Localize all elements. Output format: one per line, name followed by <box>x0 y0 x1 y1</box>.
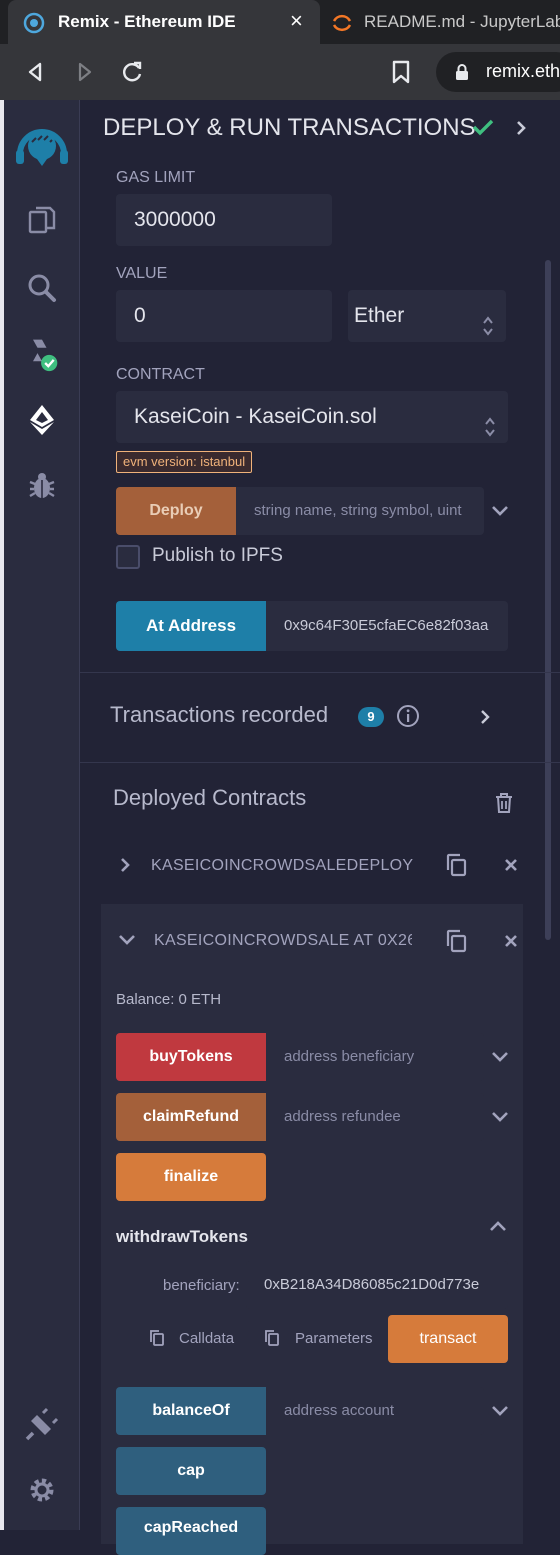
jupyter-favicon-icon <box>330 11 354 40</box>
search-icon[interactable] <box>24 270 60 306</box>
chevron-right-icon[interactable] <box>514 120 528 141</box>
beneficiary-input[interactable]: 0xB218A34D86085c21D0d773e <box>246 1261 508 1309</box>
copy-parameters-icon[interactable] <box>264 1329 280 1352</box>
chevron-down-icon[interactable] <box>490 1107 510 1127</box>
instance-name[interactable]: KASEICOINCROWDSALEDEPLOYER AT 0X <box>151 857 413 875</box>
value-input[interactable]: 0 <box>116 290 332 342</box>
parameters-label[interactable]: Parameters <box>295 1330 373 1347</box>
calldata-label[interactable]: Calldata <box>179 1330 234 1347</box>
close-icon[interactable] <box>504 858 518 877</box>
contract-label: CONTRACT <box>116 366 205 383</box>
remix-favicon-icon <box>22 11 46 40</box>
at-address-input[interactable]: 0x9c64F30E5cfaEC6e82f03aa <box>266 601 508 651</box>
tab-title: Remix - Ethereum IDE <box>58 12 236 31</box>
chevron-down-icon[interactable] <box>490 1401 510 1421</box>
tab-jupyter[interactable]: README.md - JupyterLab <box>322 0 560 44</box>
withdrawtokens-label: withdrawTokens <box>116 1227 248 1246</box>
reload-icon[interactable] <box>118 58 146 86</box>
separator <box>80 762 560 763</box>
gas-limit-input[interactable]: 3000000 <box>116 194 332 246</box>
beneficiary-param-label: beneficiary: <box>163 1277 240 1294</box>
remix-logo-icon[interactable] <box>10 116 74 180</box>
plugin-manager-icon[interactable] <box>24 1406 60 1442</box>
trash-icon[interactable] <box>494 792 514 819</box>
tab-remix[interactable]: Remix - Ethereum IDE × <box>8 0 320 44</box>
claimrefund-button[interactable]: claimRefund <box>116 1093 266 1141</box>
chevron-up-icon[interactable] <box>488 1218 508 1239</box>
copy-icon[interactable] <box>444 852 468 883</box>
buytokens-input[interactable]: address beneficiary <box>266 1033 484 1081</box>
chevron-down-icon[interactable] <box>490 501 510 521</box>
deploy-run-panel: DEPLOY & RUN TRANSACTIONS GAS LIMIT 3000… <box>80 100 560 1555</box>
address-bar[interactable]: remix.eth <box>436 52 560 92</box>
checkmark-icon <box>472 118 494 141</box>
claimrefund-input[interactable]: address refundee <box>266 1093 484 1141</box>
url-text: remix.eth <box>486 61 560 81</box>
scrollbar[interactable] <box>545 260 551 940</box>
deploy-run-icon[interactable] <box>24 402 60 438</box>
transactions-count-badge: 9 <box>358 707 384 727</box>
chevron-right-icon[interactable] <box>118 857 132 878</box>
buytokens-button[interactable]: buyTokens <box>116 1033 266 1081</box>
publish-ipfs-checkbox[interactable] <box>116 545 140 569</box>
separator <box>80 672 560 673</box>
remix-icon-panel <box>4 100 80 1530</box>
balance-text: Balance: 0 ETH <box>116 991 222 1008</box>
settings-icon[interactable] <box>24 1472 60 1508</box>
contract-select-text: KaseiCoin - KaseiCoin.sol <box>134 405 377 428</box>
transactions-recorded-label[interactable]: Transactions recorded <box>110 702 328 728</box>
deploy-button[interactable]: Deploy <box>116 487 236 535</box>
instance-card: KASEICOINCROWDSALE AT 0X26B Balance: 0 E… <box>101 904 523 1555</box>
close-icon[interactable] <box>504 934 518 953</box>
tab-close-icon[interactable]: × <box>290 8 303 34</box>
forward-arrow-icon[interactable] <box>70 58 98 86</box>
copy-icon[interactable] <box>444 928 468 959</box>
bookmark-icon[interactable] <box>388 58 414 91</box>
solidity-compiler-icon[interactable] <box>24 336 60 372</box>
tab-title-inactive: README.md - JupyterLab <box>364 12 560 31</box>
cap-button[interactable]: cap <box>116 1447 266 1495</box>
evm-version-badge: evm version: istanbul <box>116 451 253 473</box>
copy-calldata-icon[interactable] <box>149 1329 165 1352</box>
deployed-contracts-label: Deployed Contracts <box>113 785 307 810</box>
info-icon[interactable] <box>396 704 420 733</box>
value-unit-text: Ether <box>354 304 405 327</box>
chevron-down-icon[interactable] <box>490 1047 510 1067</box>
debugger-icon[interactable] <box>24 468 60 504</box>
capreached-button[interactable]: capReached <box>116 1507 266 1555</box>
at-address-button[interactable]: At Address <box>116 601 266 651</box>
browser-toolbar: remix.eth <box>0 44 560 100</box>
back-arrow-icon[interactable] <box>22 58 50 86</box>
value-label: VALUE <box>116 265 168 282</box>
balanceof-button[interactable]: balanceOf <box>116 1387 266 1435</box>
browser-tabstrip: Remix - Ethereum IDE × README.md - Jupyt… <box>0 0 560 44</box>
select-arrows-icon <box>482 305 494 342</box>
gas-limit-label: GAS LIMIT <box>116 169 196 186</box>
contract-select[interactable]: KaseiCoin - KaseiCoin.sol <box>116 391 508 443</box>
chevron-down-icon[interactable] <box>118 933 136 952</box>
select-arrows-icon <box>484 406 496 443</box>
lock-icon <box>454 63 470 86</box>
balanceof-input[interactable]: address account <box>266 1387 484 1435</box>
chevron-right-icon[interactable] <box>478 709 492 730</box>
publish-ipfs-label: Publish to IPFS <box>152 545 283 566</box>
finalize-button[interactable]: finalize <box>116 1153 266 1201</box>
panel-title: DEPLOY & RUN TRANSACTIONS <box>103 114 476 141</box>
file-explorer-icon[interactable] <box>24 202 60 238</box>
transact-button[interactable]: transact <box>388 1315 508 1363</box>
deploy-params-input[interactable]: string name, string symbol, uint <box>236 487 484 535</box>
instance-name[interactable]: KASEICOINCROWDSALE AT 0X26B <box>154 932 412 950</box>
value-unit-select[interactable]: Ether <box>348 290 506 342</box>
